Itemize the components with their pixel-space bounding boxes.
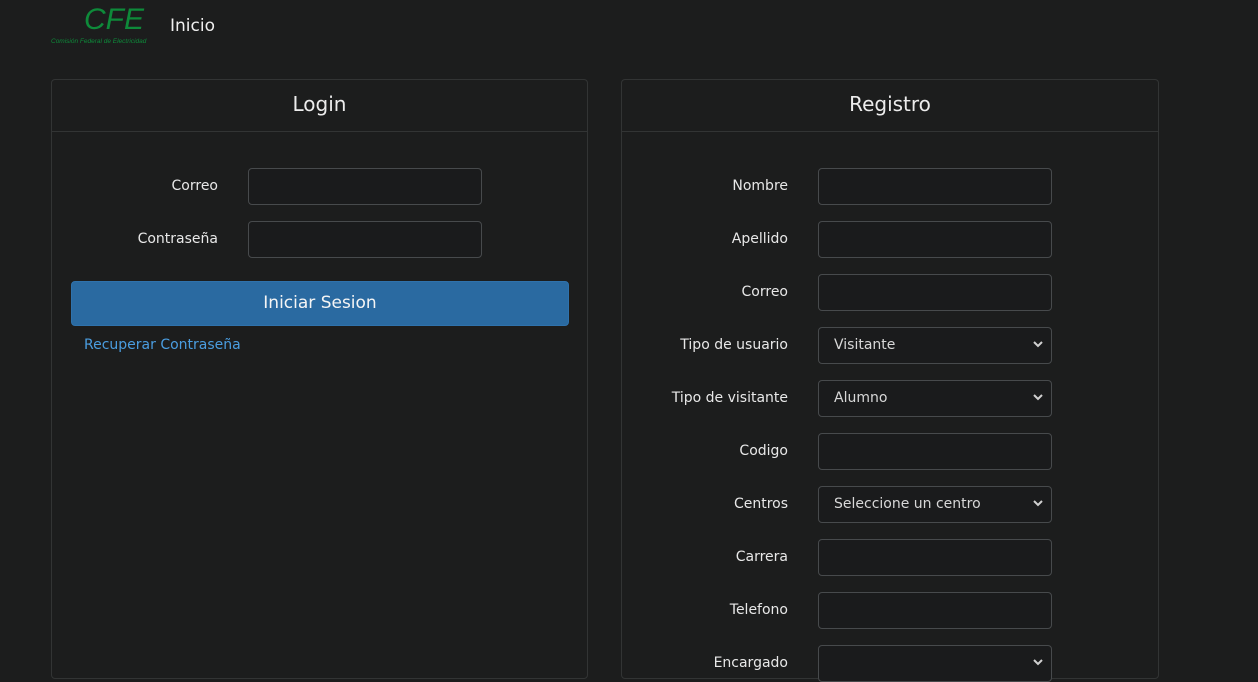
reg-tipo-usuario-select[interactable]: Visitante	[818, 327, 1052, 364]
registro-title: Registro	[622, 80, 1158, 132]
login-card: Login Correo Contraseña Iniciar Sesion R…	[51, 79, 588, 679]
reg-apellido-input[interactable]	[818, 221, 1052, 258]
reg-encargado-label: Encargado	[713, 655, 788, 671]
reg-correo-input[interactable]	[818, 274, 1052, 311]
reg-tipo-usuario-row: Tipo de usuario Visitante	[622, 327, 1158, 364]
cfe-logo[interactable]: CFE Comisión Federal de Electricidad	[51, 4, 171, 46]
login-password-input[interactable]	[248, 221, 482, 258]
registro-card: Registro Nombre Apellido Correo Tipo de …	[621, 79, 1159, 682]
login-email-row: Correo	[52, 168, 587, 205]
login-submit-button[interactable]: Iniciar Sesion	[71, 281, 569, 326]
reg-telefono-row: Telefono	[622, 592, 1158, 629]
reg-correo-label: Correo	[741, 284, 788, 300]
reg-carrera-label: Carrera	[735, 549, 788, 565]
reg-codigo-row: Codigo	[622, 433, 1158, 470]
reg-apellido-row: Apellido	[622, 221, 1158, 258]
reg-correo-row: Correo	[622, 274, 1158, 311]
reg-tipo-visitante-value: Alumno	[834, 390, 888, 406]
reg-centros-select[interactable]: Seleccione un centro	[818, 486, 1052, 523]
navbar: CFE Comisión Federal de Electricidad Ini…	[0, 0, 1258, 56]
logo-text: CFE	[84, 3, 144, 36]
reg-centros-label: Centros	[733, 496, 788, 512]
chevron-down-icon	[1033, 328, 1043, 363]
reg-encargado-select[interactable]	[818, 645, 1052, 682]
reg-carrera-row: Carrera	[622, 539, 1158, 576]
login-title: Login	[52, 80, 587, 132]
reg-tipo-visitante-select[interactable]: Alumno	[818, 380, 1052, 417]
logo-subtitle: Comisión Federal de Electricidad	[51, 38, 147, 45]
reg-tipo-usuario-label: Tipo de usuario	[680, 337, 788, 353]
reg-codigo-input[interactable]	[818, 433, 1052, 470]
recover-password-link[interactable]: Recuperar Contraseña	[84, 336, 241, 354]
login-password-row: Contraseña	[52, 221, 587, 258]
reg-carrera-input[interactable]	[818, 539, 1052, 576]
reg-tipo-usuario-value: Visitante	[834, 337, 896, 353]
reg-tipo-visitante-row: Tipo de visitante Alumno	[622, 380, 1158, 417]
reg-nombre-input[interactable]	[818, 168, 1052, 205]
reg-telefono-input[interactable]	[818, 592, 1052, 629]
reg-encargado-row: Encargado	[622, 645, 1158, 682]
login-email-input[interactable]	[248, 168, 482, 205]
nav-home-link[interactable]: Inicio	[170, 15, 215, 37]
reg-codigo-label: Codigo	[739, 443, 788, 459]
reg-centros-value: Seleccione un centro	[834, 496, 981, 512]
chevron-down-icon	[1033, 646, 1043, 681]
reg-centros-row: Centros Seleccione un centro	[622, 486, 1158, 523]
chevron-down-icon	[1033, 381, 1043, 416]
reg-telefono-label: Telefono	[729, 602, 788, 618]
chevron-down-icon	[1033, 487, 1043, 522]
login-password-label: Contraseña	[137, 231, 218, 247]
login-email-label: Correo	[171, 178, 218, 194]
reg-apellido-label: Apellido	[731, 231, 788, 247]
reg-nombre-label: Nombre	[732, 178, 788, 194]
reg-tipo-visitante-label: Tipo de visitante	[671, 390, 788, 406]
reg-nombre-row: Nombre	[622, 168, 1158, 205]
